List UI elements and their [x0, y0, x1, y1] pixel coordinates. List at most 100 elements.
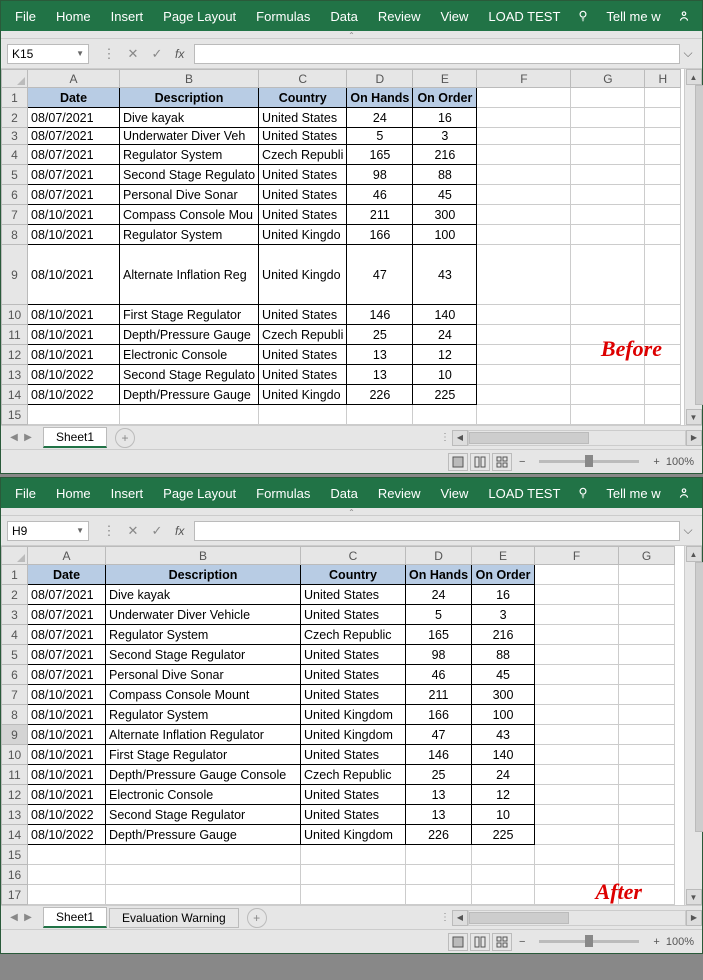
cell-E14[interactable]: 225 — [413, 385, 477, 405]
cell-D6[interactable]: 46 — [406, 665, 472, 685]
cell-G6[interactable] — [619, 665, 675, 685]
cell-B11[interactable]: Depth/Pressure Gauge Console — [106, 765, 301, 785]
row-header-15[interactable]: 15 — [2, 405, 28, 425]
cell-E9[interactable]: 43 — [472, 725, 535, 745]
row-header-16[interactable]: 16 — [2, 865, 28, 885]
cell-E2[interactable]: 16 — [413, 108, 477, 128]
cell-A8[interactable]: 08/10/2021 — [28, 225, 120, 245]
cell-G9[interactable] — [619, 725, 675, 745]
cell-A2[interactable]: 08/07/2021 — [28, 108, 120, 128]
cell-F9[interactable] — [477, 245, 571, 305]
row-header-5[interactable]: 5 — [2, 165, 28, 185]
name-box[interactable]: K15▼ — [7, 44, 89, 64]
cell-C3[interactable]: United States — [259, 128, 347, 145]
cell-E7[interactable]: 300 — [472, 685, 535, 705]
cell-D2[interactable]: 24 — [347, 108, 413, 128]
cell-E8[interactable]: 100 — [472, 705, 535, 725]
cell-C10[interactable]: United States — [259, 305, 347, 325]
share-icon[interactable] — [671, 9, 697, 23]
cell-A6[interactable]: 08/07/2021 — [28, 185, 120, 205]
tell-me[interactable]: Tell me w — [596, 480, 670, 507]
cell-A15[interactable] — [28, 845, 106, 865]
cell-A7[interactable]: 08/10/2021 — [28, 205, 120, 225]
ribbon-tab-formulas[interactable]: Formulas — [246, 480, 320, 507]
sheet-tab-evaluation-warning[interactable]: Evaluation Warning — [109, 908, 239, 928]
col-header-F[interactable]: F — [477, 70, 571, 88]
cell-D2[interactable]: 24 — [406, 585, 472, 605]
cell-H2[interactable] — [645, 108, 681, 128]
cell-E3[interactable]: 3 — [413, 128, 477, 145]
name-box[interactable]: H9▼ — [7, 521, 89, 541]
scroll-up-icon[interactable]: ▲ — [686, 546, 702, 562]
sheet-tab-sheet1[interactable]: Sheet1 — [43, 907, 107, 928]
col-header-A[interactable]: A — [28, 70, 120, 88]
tell-me[interactable]: Tell me w — [596, 3, 670, 30]
cell-C14[interactable]: United Kingdom — [301, 825, 406, 845]
cell-C5[interactable]: United States — [259, 165, 347, 185]
ribbon-tab-review[interactable]: Review — [368, 3, 431, 30]
cell-A5[interactable]: 08/07/2021 — [28, 165, 120, 185]
cell-G4[interactable] — [619, 625, 675, 645]
header-cell-D[interactable]: On Hands — [347, 88, 413, 108]
cell-F11[interactable] — [535, 765, 619, 785]
cell-B15[interactable] — [120, 405, 259, 425]
cell-A12[interactable]: 08/10/2021 — [28, 345, 120, 365]
select-all-corner[interactable] — [2, 70, 28, 88]
cell-F15[interactable] — [477, 405, 571, 425]
cell-C17[interactable] — [301, 885, 406, 905]
zoom-slider[interactable] — [539, 940, 639, 943]
cell-G12[interactable] — [619, 785, 675, 805]
cell-C4[interactable]: Czech Republic — [301, 625, 406, 645]
row-header-13[interactable]: 13 — [2, 805, 28, 825]
ribbon-tab-insert[interactable]: Insert — [101, 480, 154, 507]
header-cell-B[interactable]: Description — [120, 88, 259, 108]
zoom-in-button[interactable]: + — [653, 456, 659, 468]
cell-D3[interactable]: 5 — [406, 605, 472, 625]
header-cell-E[interactable]: On Order — [413, 88, 477, 108]
sheet-tab-sheet1[interactable]: Sheet1 — [43, 427, 107, 448]
cell-F2[interactable] — [477, 108, 571, 128]
cell-A15[interactable] — [28, 405, 120, 425]
cell-B13[interactable]: Second Stage Regulato — [120, 365, 259, 385]
cell-F4[interactable] — [477, 145, 571, 165]
ribbon-tab-load-test[interactable]: LOAD TEST — [478, 480, 570, 507]
cell-B8[interactable]: Regulator System — [106, 705, 301, 725]
page-layout-view-icon[interactable] — [470, 933, 490, 951]
row-header-10[interactable]: 10 — [2, 305, 28, 325]
page-layout-view-icon[interactable] — [470, 453, 490, 471]
ribbon-tab-file[interactable]: File — [5, 3, 46, 30]
cell-D6[interactable]: 46 — [347, 185, 413, 205]
row-header-1[interactable]: 1 — [2, 565, 28, 585]
check-icon[interactable]: ✓ — [145, 46, 169, 62]
col-header-E[interactable]: E — [472, 547, 535, 565]
cell-F5[interactable] — [477, 165, 571, 185]
row-header-3[interactable]: 3 — [2, 128, 28, 145]
cell-F7[interactable] — [535, 685, 619, 705]
cell-C6[interactable]: United States — [301, 665, 406, 685]
cell-F2[interactable] — [535, 585, 619, 605]
zoom-slider[interactable] — [539, 460, 639, 463]
cell-C11[interactable]: Czech Republic — [301, 765, 406, 785]
cell-D8[interactable]: 166 — [406, 705, 472, 725]
cell-G11[interactable] — [619, 765, 675, 785]
header-cell-A[interactable]: Date — [28, 565, 106, 585]
prev-sheet-icon[interactable]: ◀ — [7, 432, 21, 443]
cell-A3[interactable]: 08/07/2021 — [28, 605, 106, 625]
col-header-F[interactable]: F — [535, 547, 619, 565]
cell-A9[interactable]: 08/10/2021 — [28, 245, 120, 305]
cell-D10[interactable]: 146 — [347, 305, 413, 325]
cell-F3[interactable] — [535, 605, 619, 625]
cell-B13[interactable]: Second Stage Regulator — [106, 805, 301, 825]
row-header-7[interactable]: 7 — [2, 685, 28, 705]
col-header-G[interactable]: G — [571, 70, 645, 88]
header-cell-H[interactable] — [645, 88, 681, 108]
cell-H8[interactable] — [645, 225, 681, 245]
row-header-7[interactable]: 7 — [2, 205, 28, 225]
cell-D5[interactable]: 98 — [406, 645, 472, 665]
cell-G4[interactable] — [571, 145, 645, 165]
cell-C8[interactable]: United Kingdo — [259, 225, 347, 245]
cell-C9[interactable]: United Kingdom — [301, 725, 406, 745]
cell-D4[interactable]: 165 — [406, 625, 472, 645]
cell-H4[interactable] — [645, 145, 681, 165]
cell-C16[interactable] — [301, 865, 406, 885]
